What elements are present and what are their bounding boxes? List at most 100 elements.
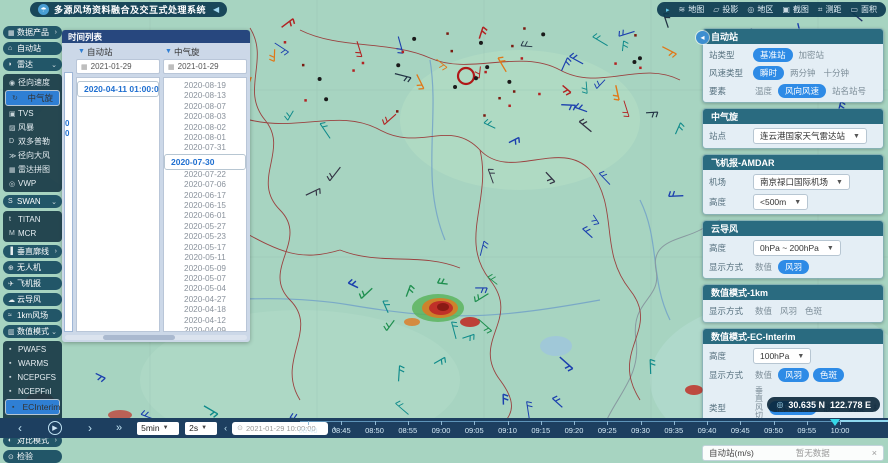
timeline-label[interactable]: 09:45 [725,426,755,435]
option-加密站[interactable]: 加密站 [797,48,827,62]
sidebar-item-5[interactable]: ▐垂直廓线› [3,245,62,258]
time-entry[interactable]: 2020-08-02 [164,123,246,133]
option-数值[interactable]: 数值 [753,368,774,382]
option-温度[interactable]: 温度 [753,84,774,98]
timeline-label[interactable]: 09:15 [526,426,556,435]
option-chip-风羽[interactable]: 风羽 [778,260,809,274]
sidebar-subitem-风暴[interactable]: ▨风暴 [5,121,60,134]
sidebar-item-3[interactable]: ◗雷达⌄ [3,58,62,71]
time-entry-list[interactable]: 2020-04-11 01:00:00 [76,77,160,332]
timeline-label[interactable]: 08:45 [326,426,356,435]
timeline-label[interactable]: 09:55 [792,426,822,435]
sidebar-subitem-NCEPFnl[interactable]: ▪NCEPFnl [5,385,60,398]
select-机场[interactable]: 南京禄口国际机场▼ [753,174,850,190]
panel-title[interactable]: 数值模式-1km [703,285,883,300]
toolbar-button-1[interactable]: ≋地图 [679,4,705,15]
time-entry[interactable]: 2020-05-07 [164,274,246,284]
sidebar-item-2[interactable]: ⌂自动站 [3,42,62,55]
sidebar-subitem-径向大风[interactable]: ≫径向大风 [5,149,60,162]
panel-title[interactable]: 数值模式-EC-Interim [703,329,883,344]
hscrollbar-thumb[interactable] [103,335,175,340]
panel-title[interactable]: 自动站 [703,29,883,44]
fast-forward-button[interactable]: » [116,423,122,434]
time-entry[interactable]: 2020-08-13 [164,91,246,101]
timeline-label[interactable]: 09:35 [659,426,689,435]
option-chip-瞬时[interactable]: 瞬时 [753,66,784,80]
time-entry[interactable]: 2020-05-04 [164,284,246,294]
time-entry[interactable]: 2020-05-17 [164,243,246,253]
option-chip-色斑[interactable]: 色斑 [813,368,844,382]
timeline-label[interactable]: 08:40 [293,426,323,435]
time-column-header[interactable]: ▼中气旋 [163,46,247,57]
option-chip-风向风速[interactable]: 风向风速 [778,84,826,98]
timeline-label[interactable]: 09:25 [592,426,622,435]
timeline[interactable]: 08:4008:4508:5008:5509:0009:0509:1009:15… [300,418,888,438]
sidebar-item-12[interactable]: ⊙检验 [3,450,62,463]
sidebar-item-8[interactable]: ☁云导风 [3,293,62,306]
sidebar-subitem-MCR[interactable]: MMCR [5,227,60,240]
play-speed-select[interactable]: 2s ▼ [185,422,217,435]
time-entry[interactable]: 2020-08-19 [164,81,246,91]
sidebar-subitem-VWP[interactable]: ◎VWP [5,177,60,190]
time-entry[interactable]: 2020-07-06 [164,180,246,190]
sidebar-subitem-雷达拼图[interactable]: ▦雷达拼图 [5,163,60,176]
time-entry[interactable]: 2020-04-11 01:00:00 [77,81,159,97]
sidebar-item-1[interactable]: ▦数据产品› [3,26,62,39]
select-高度[interactable]: 100hPa▼ [753,348,811,364]
select-站点[interactable]: 连云港国家天气雷达站▼ [753,128,867,144]
time-entry[interactable]: 2020-05-11 [164,253,246,263]
panel-title[interactable]: 飞机报-AMDAR [703,155,883,170]
timeline-marker[interactable] [830,419,840,426]
time-entry[interactable]: 2020-04-12 [164,316,246,326]
time-entry[interactable]: 2020-05-09 [164,264,246,274]
time-entry[interactable]: 2020-08-07 [164,102,246,112]
time-entry[interactable]: 2020-06-01 [164,211,246,221]
toolbar-expand-icon[interactable]: ▸ [666,6,670,14]
sidebar-subitem-TITAN[interactable]: tTITAN [5,213,60,226]
play-button[interactable]: ▶ [48,421,62,435]
prev-frame-button[interactable]: ‹ [18,422,22,434]
toolbar-button-5[interactable]: ⌗测距 [818,4,842,15]
time-entry[interactable]: 2020-05-23 [164,232,246,242]
option-色斑[interactable]: 色斑 [803,304,824,318]
timeline-label[interactable]: 09:00 [426,426,456,435]
right-sidebar-collapse-button[interactable]: ◂ [696,31,709,44]
select-高度[interactable]: <500m▼ [753,194,808,210]
timeline-label[interactable]: 10:00 [825,426,855,435]
time-entry[interactable]: 2020-07-30 [164,154,246,170]
sidebar-item-6[interactable]: ⊕无人机 [3,261,62,274]
option-十分钟[interactable]: 十分钟 [822,66,852,80]
sidebar-subitem-中气旋[interactable]: ↻中气旋 [5,90,60,106]
sidebar-subitem-NCEPGFS[interactable]: ▪NCEPGFS [5,371,60,384]
toolbar-button-6[interactable]: ▭面积 [850,4,877,15]
option-chip-风羽[interactable]: 风羽 [778,368,809,382]
option-chip-基准站[interactable]: 基准站 [753,48,793,62]
timeline-label[interactable]: 09:05 [459,426,489,435]
timeline-label[interactable]: 09:40 [692,426,722,435]
timeline-label[interactable]: 09:10 [493,426,523,435]
date-picker-input[interactable]: ▦2021-01-29 [76,59,160,74]
time-entry[interactable]: 2020-06-17 [164,191,246,201]
date-picker-input[interactable]: ▦2021-01-29 [163,59,247,74]
toolbar-button-4[interactable]: ▣截图 [782,4,809,15]
select-高度[interactable]: 0hPa ~ 200hPa▼ [753,240,841,256]
option-风羽[interactable]: 风羽 [778,304,799,318]
close-icon[interactable]: × [872,448,877,458]
time-entry[interactable]: 2020-05-27 [164,222,246,232]
sidebar-subitem-ECInterim[interactable]: ▪ECInterim [5,399,60,415]
time-step-back-button[interactable]: ‹ [224,424,227,433]
sidebar-item-7[interactable]: ✈飞机报 [3,277,62,290]
frame-step-select[interactable]: 5min ▼ [137,422,179,435]
time-entry[interactable]: 2020-07-22 [164,170,246,180]
sidebar-subitem-径向速度[interactable]: ◉径向速度 [5,76,60,89]
next-frame-button[interactable]: › [88,422,92,434]
time-panel-title[interactable]: 时间列表 [62,30,250,43]
time-entry[interactable]: 2020-07-31 [164,143,246,153]
time-entry[interactable]: 2020-04-27 [164,295,246,305]
sidebar-item-4[interactable]: SSWAN⌄ [3,195,62,208]
sidebar-item-9[interactable]: ≈1km风场 [3,309,62,322]
timeline-track[interactable] [300,421,888,422]
time-entry[interactable]: 2020-04-09 [164,326,246,332]
title-collapse-icon[interactable]: ◀ [213,5,219,14]
sidebar-subitem-WARMS[interactable]: ▪WARMS [5,357,60,370]
